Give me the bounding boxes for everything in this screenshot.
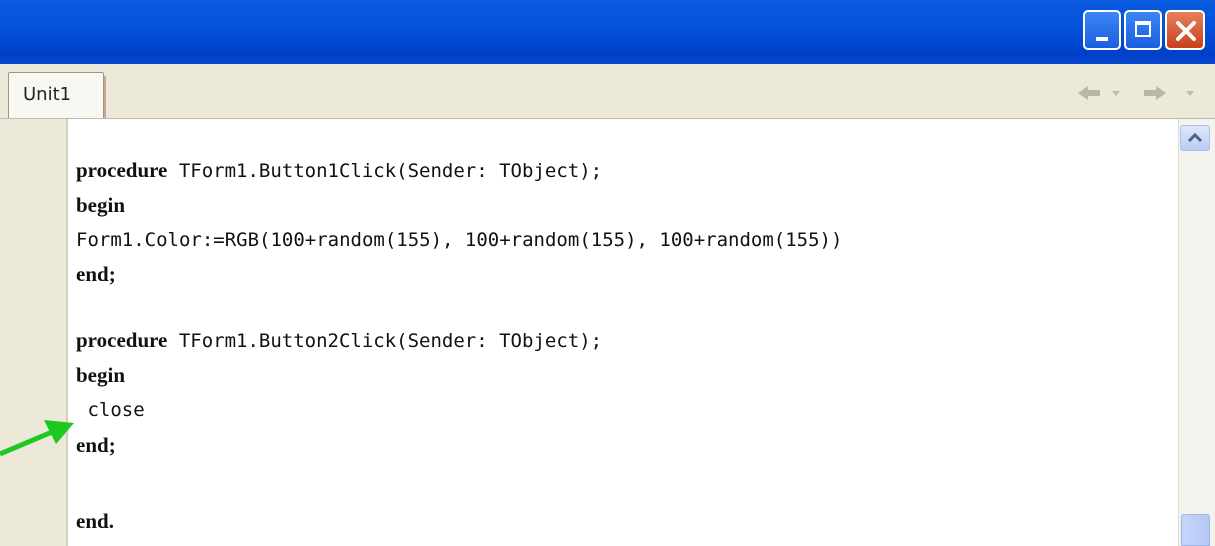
code-text: TForm1.Button1Click(Sender: TObject); [167,160,603,182]
tab-label: Unit1 [23,84,72,105]
back-arrow-icon[interactable] [1078,86,1120,100]
code-text: Form1.Color:=RGB(100+random(155), 100+ra… [76,229,843,251]
code-text: ; [108,262,116,286]
forward-arrow-icon[interactable] [1144,86,1194,100]
history-navigation [1078,86,1194,100]
code-editor-window: Unit1 procedure TForm1.Button1Click(Send… [0,0,1215,546]
code-line[interactable]: close [76,397,145,423]
code-line[interactable]: begin [76,362,125,388]
minimize-icon[interactable] [1083,10,1121,50]
scroll-up-button[interactable] [1180,125,1210,151]
title-bar[interactable] [0,0,1215,64]
green-arrow-icon [0,420,74,457]
keyword: begin [76,193,126,217]
code-line[interactable]: Form1.Color:=RGB(100+random(155), 100+ra… [76,227,842,253]
code-line[interactable]: end; [76,261,116,287]
tab-unit1[interactable]: Unit1 [8,72,104,118]
code-text: ; [108,433,116,457]
maximize-icon[interactable] [1124,10,1162,50]
keyword: end [76,262,109,286]
keyword: end [76,509,109,533]
code-line[interactable]: end. [76,508,114,534]
code-text: close [76,399,145,421]
code-line[interactable]: procedure TForm1.Button2Click(Sender: TO… [76,327,602,353]
close-icon[interactable] [1165,10,1205,50]
code-line[interactable]: procedure TForm1.Button1Click(Sender: TO… [76,157,602,183]
code-text: TForm1.Button2Click(Sender: TObject); [167,330,603,352]
code-line[interactable]: begin [76,192,125,218]
editor-gutter [0,119,66,546]
scroll-thumb[interactable] [1181,514,1210,546]
keyword: end [76,433,109,457]
vertical-scrollbar[interactable] [1178,119,1215,546]
tab-divider [104,76,106,118]
keyword: procedure [76,328,168,352]
code-line[interactable]: end; [76,432,116,458]
tab-strip [0,64,1215,119]
chevron-up-icon [1187,132,1203,143]
keyword: procedure [76,158,168,182]
keyword: begin [76,363,126,387]
code-text: . [108,509,114,533]
